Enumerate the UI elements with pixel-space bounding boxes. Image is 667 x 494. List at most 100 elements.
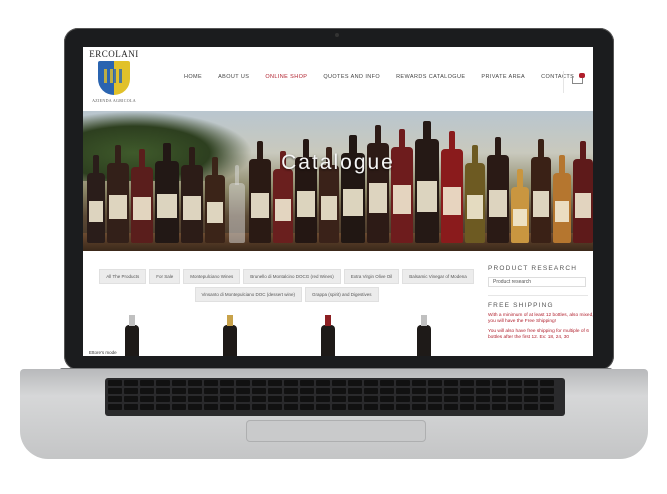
keyboard-key xyxy=(428,380,442,386)
keyboard-key xyxy=(508,404,522,410)
product-image[interactable] xyxy=(223,315,237,356)
keyboard-key xyxy=(220,380,234,386)
keyboard-key xyxy=(220,388,234,394)
keyboard-key xyxy=(396,388,410,394)
keyboard-key xyxy=(412,396,426,402)
wine-bottle xyxy=(465,145,485,243)
keyboard-key xyxy=(476,404,490,410)
keyboard-key xyxy=(220,404,234,410)
keyboard-key xyxy=(108,388,122,394)
keyboard-key xyxy=(412,380,426,386)
keyboard-key xyxy=(380,388,394,394)
keyboard-key xyxy=(428,404,442,410)
keyboard-key xyxy=(252,380,266,386)
keyboard-key xyxy=(524,404,538,410)
keyboard-key xyxy=(252,388,266,394)
nav-item-online-shop[interactable]: ONLINE SHOP xyxy=(257,74,315,80)
bottle-label xyxy=(343,189,363,216)
bottle-label xyxy=(207,202,223,223)
category-all-products[interactable]: All The Products xyxy=(99,269,147,284)
keyboard-key xyxy=(124,388,138,394)
product-grid xyxy=(83,309,483,356)
category-for-sale[interactable]: For Sale xyxy=(149,269,181,284)
keyboard-key xyxy=(188,404,202,410)
keyboard-key xyxy=(236,380,250,386)
bottle-label xyxy=(467,195,483,219)
keyboard-key xyxy=(300,404,314,410)
keyboard-key xyxy=(284,404,298,410)
keyboard-key xyxy=(396,396,410,402)
category-grappa[interactable]: Grappa (spirit) and Digestives xyxy=(304,287,379,302)
nav-item-quotes-and-info[interactable]: QUOTES AND INFO xyxy=(315,74,388,80)
category-montepulciano-wines[interactable]: Montepulciano Wines xyxy=(183,269,241,284)
product-research-input[interactable]: Product research xyxy=(488,277,586,287)
category-olive-oil[interactable]: Extra Virgin Olive Oil xyxy=(343,269,400,284)
keyboard-key xyxy=(444,388,458,394)
bottle-label xyxy=(393,185,411,215)
keyboard-key xyxy=(140,404,154,410)
bottle-label xyxy=(443,186,461,215)
wine-bottle xyxy=(181,147,203,243)
keyboard-key xyxy=(348,388,362,394)
keyboard-key xyxy=(140,380,154,386)
keyboard-key xyxy=(332,380,346,386)
keyboard-row xyxy=(108,388,554,394)
bottle-label xyxy=(133,197,151,221)
keyboard-key xyxy=(428,388,442,394)
nav-item-private-area[interactable]: PRIVATE AREA xyxy=(473,74,533,80)
keyboard-key xyxy=(508,388,522,394)
category-balsamic-vinegar[interactable]: Balsamic Vinegar of Modena xyxy=(402,269,474,284)
keyboard-key xyxy=(380,380,394,386)
keyboard-key xyxy=(236,404,250,410)
keyboard-key xyxy=(460,388,474,394)
keyboard-key xyxy=(476,388,490,394)
product-image[interactable] xyxy=(321,315,335,356)
divider xyxy=(488,295,588,296)
category-filter: All The Products For Sale Montepulciano … xyxy=(99,269,474,302)
keyboard-key xyxy=(428,396,442,402)
keyboard-key xyxy=(508,380,522,386)
wine-bottle xyxy=(107,145,129,243)
brand-logo[interactable]: ERCOLANI AZIENDA AGRICOLA xyxy=(85,49,143,103)
hero-banner: Catalogue xyxy=(83,111,593,251)
keyboard-key xyxy=(268,388,282,394)
keyboard-key xyxy=(108,380,122,386)
bottle-label xyxy=(109,195,127,219)
bottle-label xyxy=(417,180,437,212)
wine-glass xyxy=(229,165,245,243)
keyboard-key xyxy=(252,396,266,402)
category-brunello[interactable]: Brunello di Montalcino DOCG (red Wines) xyxy=(243,269,341,284)
bottle-label xyxy=(533,191,549,218)
product-image[interactable] xyxy=(125,315,139,356)
keyboard-key xyxy=(108,396,122,402)
keyboard-key xyxy=(460,404,474,410)
keyboard-key xyxy=(188,388,202,394)
product-image[interactable] xyxy=(417,315,431,356)
keyboard-key xyxy=(140,388,154,394)
bottle-label xyxy=(554,201,570,222)
webcam xyxy=(335,33,339,37)
category-vinsanto[interactable]: Vinsanto di Montepulciano DOC (dessert w… xyxy=(194,287,302,302)
keyboard-key xyxy=(460,396,474,402)
bottle-label xyxy=(251,192,269,218)
keyboard-row xyxy=(108,396,554,402)
nav-item-rewards-catalogue[interactable]: REWARDS CATALOGUE xyxy=(388,74,473,80)
brand-subtitle: AZIENDA AGRICOLA xyxy=(92,98,136,103)
keyboard-key xyxy=(380,396,394,402)
keyboard-key xyxy=(188,380,202,386)
keyboard-key xyxy=(268,396,282,402)
keyboard-key xyxy=(156,396,170,402)
free-shipping-text: With a minimum of at least 12 bottles, a… xyxy=(488,313,593,324)
keyboard-key xyxy=(284,396,298,402)
grappa-bottle xyxy=(511,169,529,243)
keyboard-key xyxy=(268,380,282,386)
wine-bottle xyxy=(87,155,105,243)
keyboard-key xyxy=(460,380,474,386)
keyboard-key xyxy=(156,388,170,394)
keyboard-key xyxy=(188,396,202,402)
nav-item-about-us[interactable]: ABOUT US xyxy=(210,74,257,80)
keyboard-key xyxy=(348,380,362,386)
nav-item-home[interactable]: HOME xyxy=(176,74,210,80)
cart-button[interactable] xyxy=(563,71,592,93)
keyboard-key xyxy=(540,404,554,410)
